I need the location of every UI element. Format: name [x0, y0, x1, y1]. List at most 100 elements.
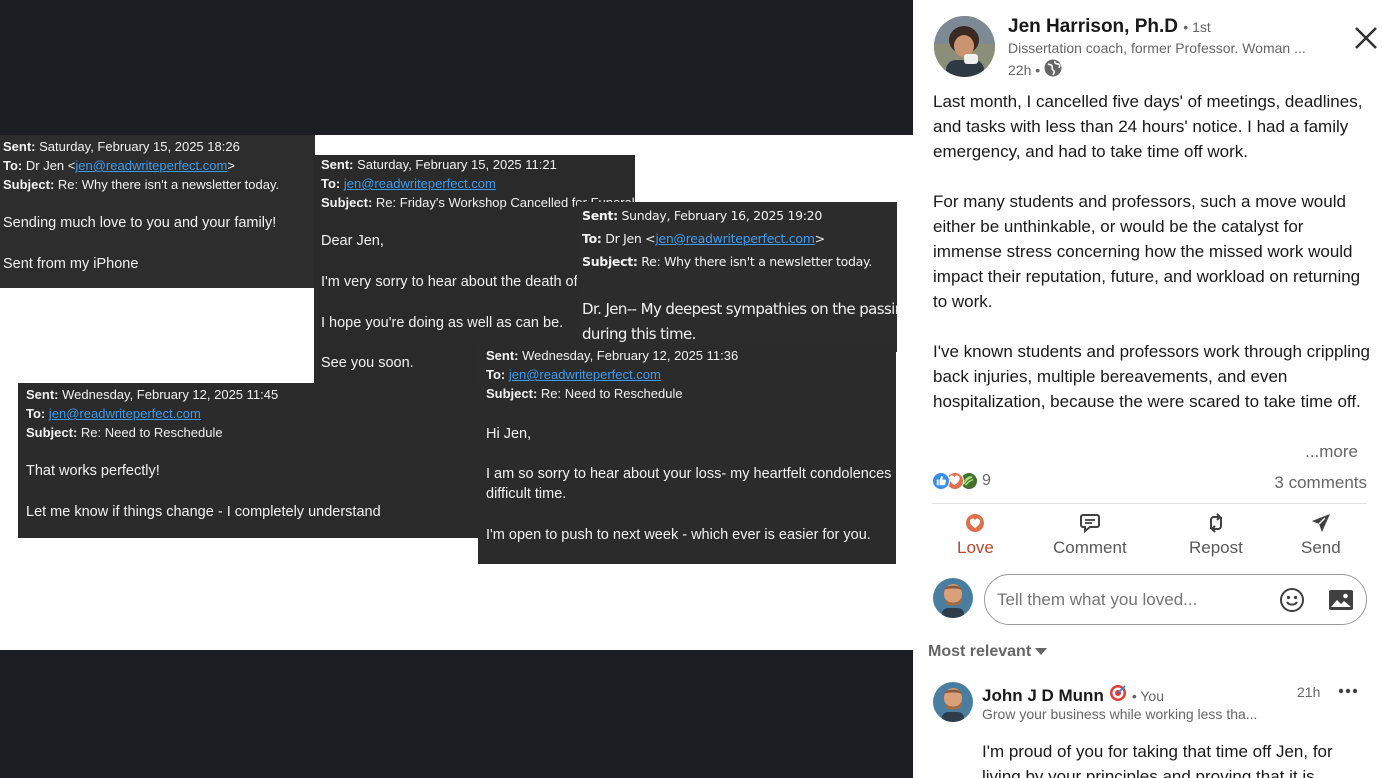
- subject-label: Subject:: [486, 386, 538, 401]
- repost-button[interactable]: Repost: [1189, 512, 1243, 558]
- email-body-line: That works perfectly!: [26, 463, 160, 479]
- author-headline: Dissertation coach, former Professor. Wo…: [1008, 40, 1306, 56]
- globe-icon: [1044, 59, 1062, 80]
- subject-value: Re: Need to Reschedule: [540, 386, 683, 401]
- subject-value: Re: Why there isn't a newsletter today.: [641, 254, 872, 269]
- email-body-line: I hope you're doing as well as can be.: [321, 315, 564, 331]
- repost-label: Repost: [1189, 538, 1243, 557]
- post-time: 22h •: [1008, 59, 1062, 80]
- email-card: Sent: Wednesday, February 12, 2025 11:36…: [478, 344, 896, 564]
- email-body-line: Sending much love to you and your family…: [3, 215, 277, 231]
- comment-label: Comment: [1053, 538, 1127, 557]
- email-body-line: Hi Jen,: [486, 426, 532, 442]
- repost-icon: [1205, 512, 1227, 534]
- email-card: Sent: Sunday, February 16, 2025 19:20 To…: [577, 202, 897, 352]
- image-icon[interactable]: [1327, 586, 1355, 614]
- email-link[interactable]: jen@readwriteperfect.com: [75, 158, 227, 173]
- send-icon: [1310, 512, 1332, 534]
- commenter-name[interactable]: John J D Munn • You: [982, 684, 1164, 707]
- sent-label: Sent:: [3, 139, 36, 154]
- caret-down-icon: [1035, 643, 1048, 661]
- post-paragraph: Last month, I cancelled five days' of me…: [933, 92, 1363, 161]
- post-time-text: 22h •: [1008, 61, 1041, 78]
- email-body-line: Sent from my iPhone: [3, 256, 139, 272]
- to-label: To:: [321, 176, 341, 191]
- to-label: To:: [486, 367, 506, 382]
- to-prefix: Dr Jen <: [25, 158, 76, 173]
- email-card: Sent: Wednesday, February 12, 2025 11:45…: [18, 383, 488, 538]
- sort-dropdown[interactable]: Most relevant: [928, 643, 1048, 661]
- sent-label: Sent:: [321, 157, 354, 172]
- email-link[interactable]: jen@readwriteperfect.com: [509, 367, 661, 382]
- reaction-count[interactable]: 9: [982, 472, 991, 490]
- to-label: To:: [3, 158, 23, 173]
- email-body-line: See you soon.: [321, 355, 414, 371]
- to-suffix: >: [814, 231, 825, 246]
- post-paragraph: I've known students and professors work …: [933, 342, 1370, 411]
- see-more-link[interactable]: ...more: [1305, 442, 1358, 462]
- user-avatar[interactable]: [933, 578, 973, 618]
- connection-degree: • 1st: [1183, 19, 1211, 35]
- subject-label: Subject:: [26, 425, 78, 440]
- goal-emoji-icon: [1109, 684, 1127, 707]
- author-name[interactable]: Jen Harrison, Ph.D • 1st: [1008, 16, 1211, 38]
- to-suffix: >: [227, 158, 235, 173]
- subject-label: Subject:: [3, 177, 55, 192]
- email-link[interactable]: jen@readwriteperfect.com: [49, 406, 201, 421]
- subject-value: Re: Need to Reschedule: [80, 425, 223, 440]
- sent-value: Saturday, February 15, 2025 11:21: [357, 157, 557, 172]
- sent-value: Saturday, February 15, 2025 18:26: [39, 139, 240, 154]
- email-body-line: I'm open to push to next week - which ev…: [486, 527, 871, 543]
- email-link[interactable]: jen@readwriteperfect.com: [344, 176, 496, 191]
- divider: [932, 503, 1367, 504]
- email-card: Sent: Saturday, February 15, 2025 18:26 …: [0, 135, 315, 288]
- post-body: Last month, I cancelled five days' of me…: [933, 89, 1373, 439]
- close-icon[interactable]: [1353, 25, 1379, 51]
- to-label: To:: [26, 406, 46, 421]
- you-badge: • You: [1131, 687, 1164, 704]
- commenter-name-text[interactable]: John J D Munn: [982, 686, 1104, 706]
- reactions-summary[interactable]: 9: [932, 472, 991, 490]
- sent-value: Sunday, February 16, 2025 19:20: [621, 208, 823, 223]
- sent-label: Sent:: [582, 208, 618, 223]
- send-label: Send: [1301, 538, 1341, 557]
- email-body-line: I am so sorry to hear about your loss- m…: [486, 466, 892, 482]
- to-label: To:: [582, 231, 602, 246]
- like-reaction-icon: [932, 472, 950, 490]
- email-body-line: Dear Jen,: [321, 233, 384, 249]
- post-paragraph: For many students and professors, such a…: [933, 192, 1361, 311]
- sent-label: Sent:: [26, 387, 59, 402]
- send-button[interactable]: Send: [1301, 512, 1341, 558]
- subject-label: Subject:: [582, 254, 638, 269]
- commenter-headline: Grow your business while working less th…: [982, 706, 1258, 722]
- sent-label: Sent:: [486, 348, 519, 363]
- love-icon: [965, 512, 985, 534]
- post-image[interactable]: Sent: Saturday, February 15, 2025 18:26 …: [0, 0, 913, 778]
- comment-input[interactable]: [997, 588, 1267, 612]
- sent-value: Wednesday, February 12, 2025 11:45: [62, 387, 279, 402]
- author-avatar[interactable]: [934, 16, 995, 77]
- more-icon[interactable]: [1336, 682, 1360, 700]
- author-name-text[interactable]: Jen Harrison, Ph.D: [1008, 16, 1178, 37]
- sent-value: Wednesday, February 12, 2025 11:36: [522, 348, 739, 363]
- post-panel: Jen Harrison, Ph.D • 1st Dissertation co…: [913, 0, 1382, 778]
- comment-button[interactable]: Comment: [1053, 512, 1127, 558]
- comment-box[interactable]: [984, 574, 1367, 625]
- to-prefix: Dr Jen <: [605, 231, 656, 246]
- comment-time: 21h: [1297, 684, 1321, 700]
- comments-count[interactable]: 3 comments: [1274, 473, 1367, 493]
- love-button[interactable]: Love: [957, 512, 994, 558]
- email-link[interactable]: jen@readwriteperfect.com: [655, 231, 815, 246]
- email-body-line: Let me know if things change - I complet…: [26, 504, 381, 520]
- sort-label: Most relevant: [928, 643, 1032, 660]
- subject-value: Re: Why there isn't a newsletter today.: [57, 177, 280, 192]
- subject-label: Subject:: [321, 195, 373, 210]
- comment-text: I'm proud of you for taking that time of…: [982, 742, 1333, 778]
- love-label: Love: [957, 538, 994, 557]
- email-body-line: difficult time.: [486, 486, 567, 502]
- email-body-line: Dr. Jen-- My deepest sympathies on the p…: [582, 300, 897, 318]
- emoji-icon[interactable]: [1278, 586, 1306, 614]
- comment-icon: [1079, 512, 1101, 534]
- commenter-avatar[interactable]: [933, 682, 973, 722]
- email-body-line: I'm very sorry to hear about the death o…: [321, 274, 578, 290]
